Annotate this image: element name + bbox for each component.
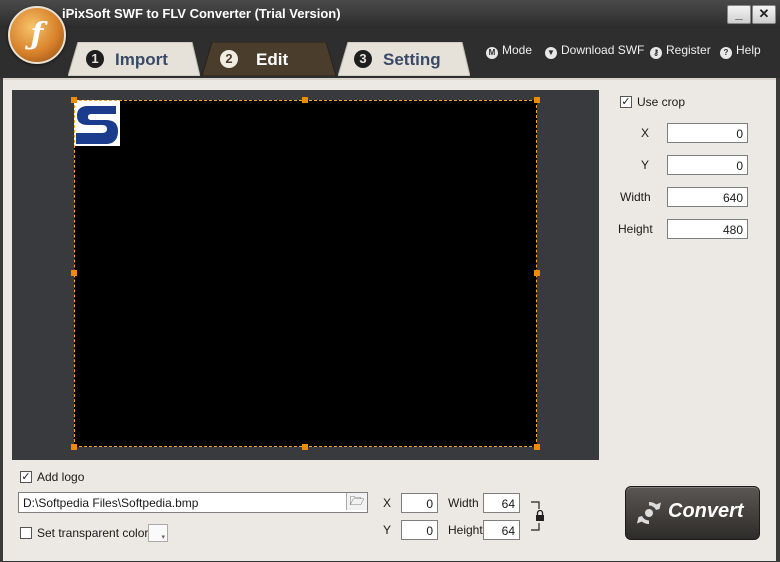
tab-setting[interactable]: 3 Setting	[338, 42, 470, 76]
add-logo-checkbox[interactable]: ✓	[20, 471, 32, 483]
transparent-color-label: Set transparent color	[37, 526, 149, 540]
help-icon: ?	[720, 47, 732, 59]
logo-width-label: Width	[448, 496, 479, 510]
crop-handle-left[interactable]	[71, 270, 77, 276]
folder-open-icon[interactable]: 🗁	[346, 493, 367, 510]
transparent-color-picker[interactable]: ▾	[148, 524, 168, 542]
crop-width-label: Width	[620, 190, 651, 204]
logo-height-field[interactable]: 64	[483, 520, 520, 540]
tab-import[interactable]: 1 Import	[68, 42, 200, 76]
crop-y-label: Y	[641, 158, 650, 172]
convert-label: Convert	[668, 500, 744, 522]
logo-x-field[interactable]: 0	[401, 493, 438, 513]
crop-handle-bottom[interactable]	[302, 444, 308, 450]
tab-edit-number: 2	[220, 50, 238, 68]
key-icon: ⚷	[650, 47, 662, 59]
tab-import-number: 1	[86, 50, 104, 68]
crop-width-field[interactable]: 640	[667, 187, 748, 207]
crop-height-label: Height	[618, 222, 653, 236]
lock-icon[interactable]	[535, 509, 545, 521]
crop-handle-top-left[interactable]	[71, 97, 77, 103]
tab-edit[interactable]: 2 Edit	[202, 42, 336, 76]
crop-handle-bottom-left[interactable]	[71, 444, 77, 450]
app-window: iPixSoft SWF to FLV Converter (Trial Ver…	[0, 0, 780, 562]
tab-edit-label: Edit	[256, 50, 289, 69]
use-crop-checkbox[interactable]: ✓	[620, 96, 632, 108]
mode-label: Mode	[502, 43, 533, 57]
help-link[interactable]: ? Help	[720, 43, 761, 59]
logo-x-label: X	[383, 496, 392, 510]
logo-y-label: Y	[383, 523, 392, 537]
tab-setting-number: 3	[354, 50, 372, 68]
crop-x-field[interactable]: 0	[667, 123, 748, 143]
mode-icon: M	[486, 47, 498, 59]
register-label: Register	[666, 43, 711, 57]
download-swf-link[interactable]: ▼ Download SWF	[545, 43, 644, 59]
register-link[interactable]: ⚷ Register	[650, 43, 711, 59]
logo-height-label: Height	[448, 523, 483, 537]
flash-logo-icon: ƒ	[8, 6, 66, 64]
use-crop-label: Use crop	[637, 95, 686, 109]
refresh-arrows-icon	[637, 501, 661, 525]
convert-button[interactable]: Convert	[625, 486, 760, 540]
close-button[interactable]: ✕	[752, 5, 776, 24]
add-logo-label: Add logo	[37, 470, 85, 484]
transparent-color-checkbox[interactable]	[20, 527, 32, 539]
title-bar[interactable]: iPixSoft SWF to FLV Converter (Trial Ver…	[0, 0, 780, 28]
tab-import-label: Import	[115, 50, 168, 69]
mode-link[interactable]: M Mode	[486, 43, 532, 59]
minimize-button[interactable]: _	[727, 5, 751, 24]
logo-width-field[interactable]: 64	[483, 493, 520, 513]
crop-height-field[interactable]: 480	[667, 219, 748, 239]
crop-x-label: X	[641, 126, 650, 140]
crop-handle-right[interactable]	[534, 270, 540, 276]
crop-y-field[interactable]: 0	[667, 155, 748, 175]
help-label: Help	[736, 43, 761, 57]
crop-handle-top-right[interactable]	[534, 97, 540, 103]
preview-area	[12, 90, 599, 460]
crop-handle-bottom-right[interactable]	[534, 444, 540, 450]
window-title: iPixSoft SWF to FLV Converter (Trial Ver…	[62, 6, 341, 21]
logo-path-field[interactable]: D:\Softpedia Files\Softpedia.bmp	[18, 492, 368, 513]
download-icon: ▼	[545, 47, 557, 59]
crop-rectangle[interactable]	[74, 100, 537, 447]
edit-panel: ✓ Use crop X 0 Y 0 Width 640 Height 480 …	[3, 78, 776, 561]
logo-y-field[interactable]: 0	[401, 520, 438, 540]
tab-setting-label: Setting	[383, 50, 441, 69]
crop-handle-top[interactable]	[302, 97, 308, 103]
download-swf-label: Download SWF	[561, 43, 645, 57]
